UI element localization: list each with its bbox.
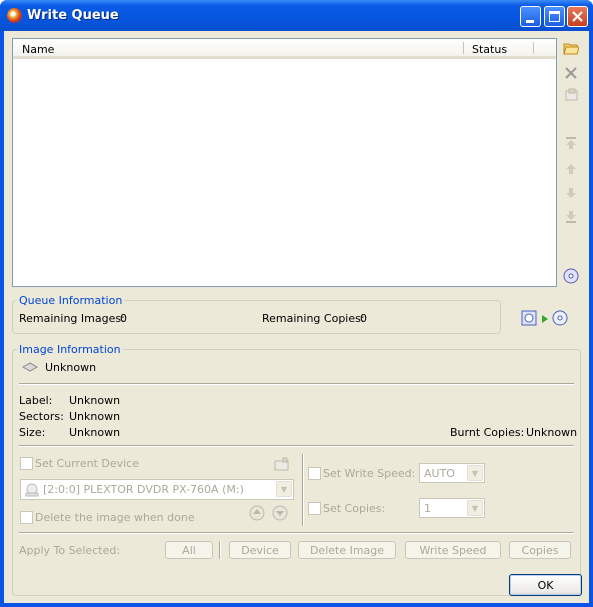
play-icon[interactable] — [540, 311, 550, 327]
label-value: Unknown — [69, 394, 121, 407]
apply-copies-button[interactable]: Copies — [509, 541, 571, 559]
move-up-icon[interactable] — [563, 161, 579, 177]
apply-to-selected-label: Apply To Selected: — [19, 544, 121, 557]
write-speed-select[interactable]: AUTO ▼ — [419, 463, 485, 483]
column-header-status[interactable]: Status — [472, 43, 507, 56]
chevron-down-icon[interactable]: ▼ — [276, 481, 292, 497]
move-down-icon[interactable] — [563, 185, 579, 201]
set-copies-label: Set Copies: — [323, 502, 386, 515]
device-value: [2:0:0] PLEXTOR DVDR PX-760A (M:) — [43, 483, 244, 496]
apply-delete-image-button[interactable]: Delete Image — [298, 541, 396, 559]
disc-icon[interactable] — [563, 268, 579, 284]
remaining-images-label: Remaining Images: — [19, 312, 125, 325]
minimize-button[interactable] — [520, 6, 541, 27]
column-header-name[interactable]: Name — [22, 43, 54, 56]
load-glyph-icon — [272, 505, 288, 521]
remaining-images-value: 0 — [120, 312, 127, 325]
move-top-icon[interactable] — [563, 135, 579, 151]
copies-select[interactable]: 1 ▼ — [419, 498, 485, 518]
delete-when-done-checkbox[interactable] — [20, 511, 33, 524]
add-image-icon[interactable] — [563, 40, 579, 56]
image-name: Unknown — [45, 361, 97, 374]
cd-target-glyph-icon — [552, 310, 568, 326]
maximize-button[interactable] — [544, 6, 565, 27]
close-icon — [572, 11, 583, 22]
write-speed-value: AUTO — [424, 467, 455, 480]
delete-when-done-label: Delete the image when done — [35, 511, 195, 524]
drive-icon — [25, 483, 39, 500]
apply-device-button[interactable]: Device — [229, 541, 291, 559]
vertical-divider — [219, 541, 221, 559]
remaining-copies-label: Remaining Copies: — [262, 312, 365, 325]
image-properties-glyph-icon — [565, 88, 577, 101]
close-button[interactable] — [567, 6, 588, 27]
copies-value: 1 — [424, 502, 431, 515]
title-bar[interactable]: Write Queue — [0, 0, 593, 31]
folder-icon — [563, 43, 579, 55]
chevron-down-icon[interactable]: ▼ — [467, 500, 483, 516]
arrow-up-glyph-icon — [566, 164, 576, 174]
set-current-device-checkbox[interactable] — [20, 457, 33, 470]
eject-icon[interactable] — [249, 505, 265, 521]
ok-button[interactable]: OK — [509, 574, 582, 596]
write-queue-window: Write Queue Name Status Queue Informatio… — [0, 0, 593, 607]
arrow-top-glyph-icon — [566, 137, 576, 149]
client-area: Name Status Queue Information Remaining … — [4, 31, 589, 603]
image-information-legend: Image Information — [19, 343, 121, 356]
column-separator — [463, 42, 464, 54]
divider — [19, 532, 574, 534]
divider — [19, 383, 574, 385]
disc-image-glyph-icon — [22, 362, 38, 372]
label-label: Label: — [19, 394, 53, 407]
arrow-down-glyph-icon — [566, 188, 576, 198]
burnt-copies-label: Burnt Copies: — [450, 426, 525, 439]
app-icon — [7, 8, 22, 23]
arrow-bottom-glyph-icon — [566, 211, 576, 223]
apply-write-speed-button[interactable]: Write Speed — [405, 541, 501, 559]
chevron-down-icon[interactable]: ▼ — [467, 465, 483, 481]
load-tray-icon[interactable] — [272, 505, 288, 521]
column-separator — [533, 42, 534, 54]
sectors-value: Unknown — [69, 410, 121, 423]
write-queue-disc-icon[interactable] — [521, 310, 537, 326]
target-disc-icon[interactable] — [552, 310, 568, 326]
divider — [19, 445, 574, 447]
device-settings-icon[interactable] — [273, 456, 289, 472]
list-header: Name Status — [13, 39, 556, 59]
cd-burn-glyph-icon — [521, 310, 537, 326]
remove-icon[interactable] — [563, 65, 579, 81]
set-current-device-label: Set Current Device — [35, 457, 139, 470]
set-copies-checkbox[interactable] — [308, 502, 321, 515]
play-glyph-icon — [542, 315, 548, 323]
size-value: Unknown — [69, 426, 121, 439]
window-title: Write Queue — [27, 8, 119, 23]
burnt-copies-value: Unknown — [526, 426, 578, 439]
cd-glyph-icon — [563, 268, 579, 284]
size-label: Size: — [19, 426, 46, 439]
x-glyph-icon — [565, 67, 577, 79]
remaining-copies-value: 0 — [360, 312, 367, 325]
device-settings-glyph-icon — [274, 457, 288, 471]
properties-icon[interactable] — [563, 87, 579, 103]
eject-glyph-icon — [249, 505, 265, 521]
queue-list[interactable]: Name Status — [12, 38, 557, 287]
set-write-speed-checkbox[interactable] — [308, 467, 321, 480]
vertical-divider — [302, 454, 304, 526]
queue-information-legend: Queue Information — [19, 294, 123, 307]
apply-all-button[interactable]: All — [165, 541, 213, 559]
move-bottom-icon[interactable] — [563, 209, 579, 225]
device-select[interactable]: [2:0:0] PLEXTOR DVDR PX-760A (M:) ▼ — [20, 479, 294, 500]
set-write-speed-label: Set Write Speed: — [323, 467, 416, 480]
image-file-icon — [22, 359, 38, 375]
sectors-label: Sectors: — [19, 410, 64, 423]
